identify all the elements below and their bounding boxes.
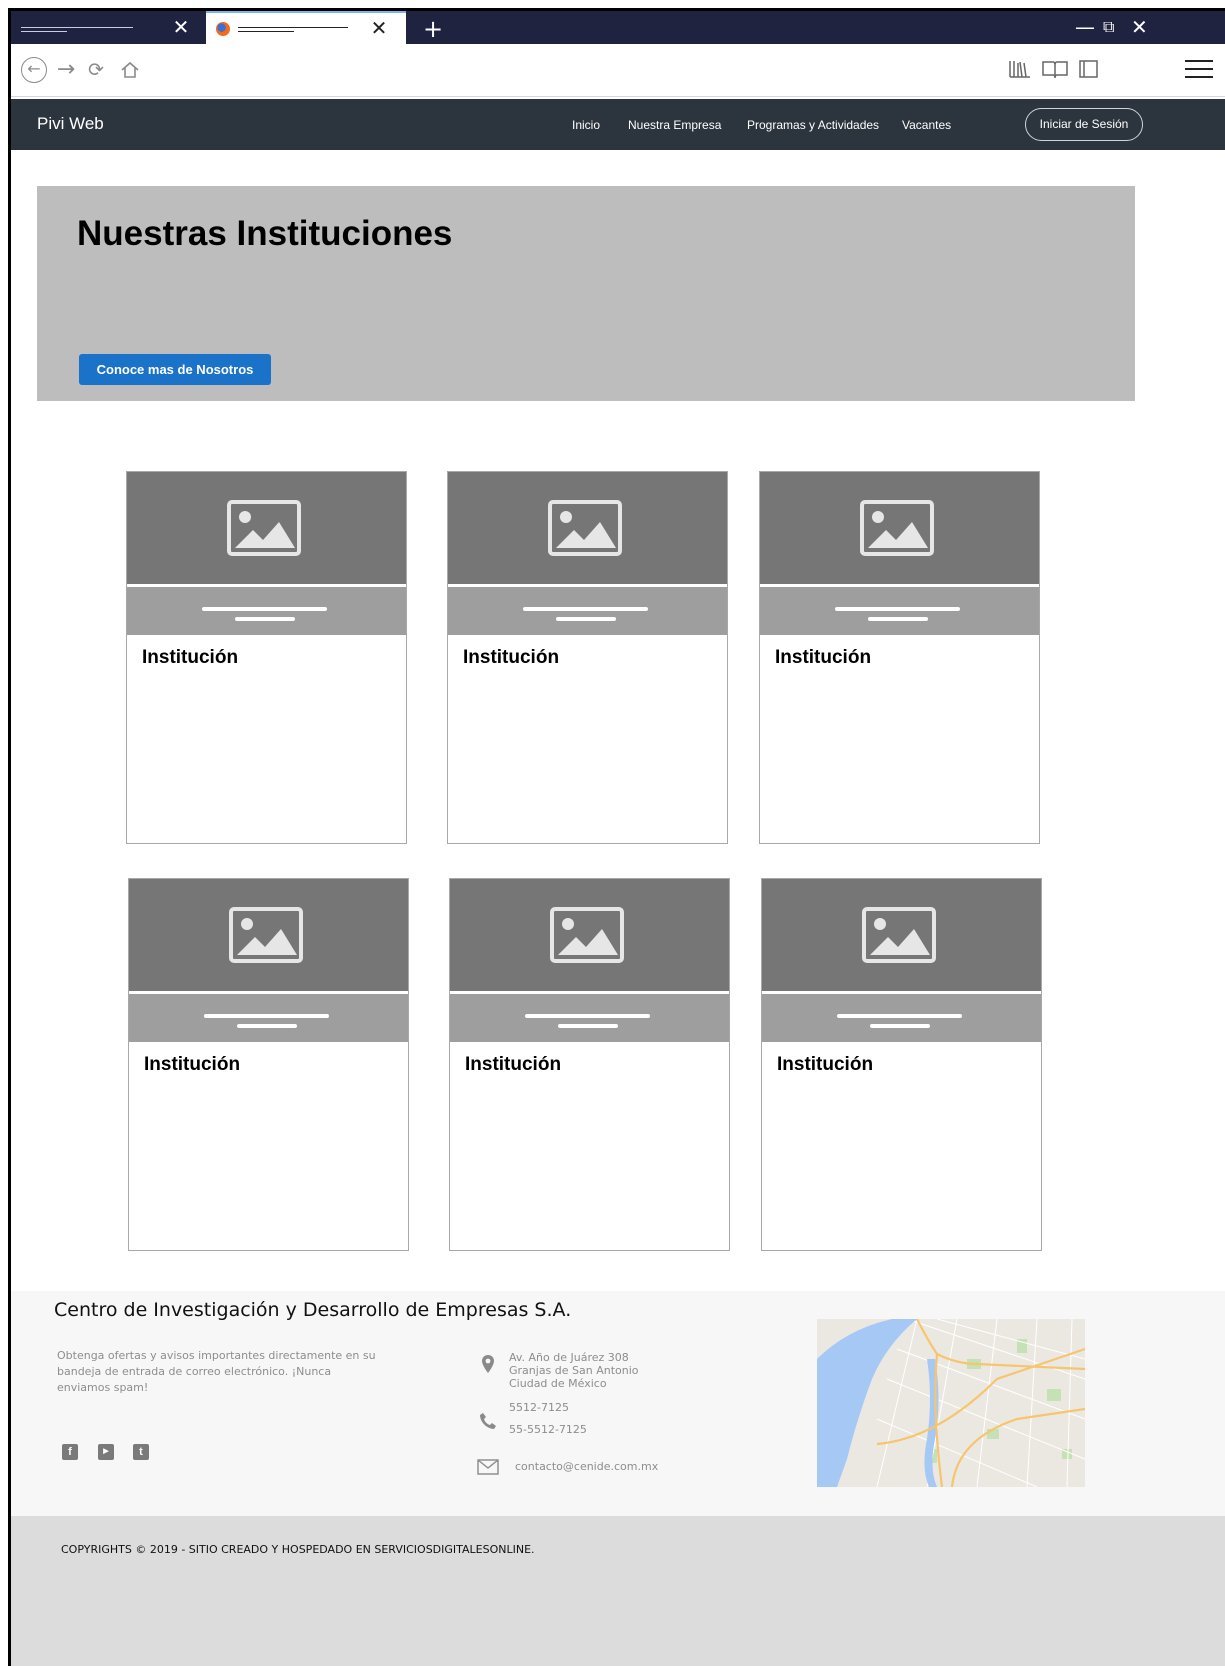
phone-number-1[interactable]: 5512-7125: [509, 1401, 569, 1414]
image-icon: [229, 907, 303, 963]
tab-bar: ✕ ✕ + — ⧉ ✕: [11, 11, 1225, 44]
image-placeholder: [760, 472, 1039, 584]
minimize-icon[interactable]: —: [1075, 15, 1095, 39]
card-caption-band: [127, 587, 406, 635]
address-line-1: Av. Año de Juárez 308: [509, 1351, 629, 1364]
institution-card[interactable]: Institución: [449, 878, 730, 1251]
library-icon[interactable]: [1008, 57, 1032, 83]
nav-link-inicio[interactable]: Inicio: [572, 118, 600, 132]
reload-icon[interactable]: ⟳: [83, 57, 109, 83]
card-caption-band: [129, 994, 408, 1042]
tab-title-placeholder: [238, 31, 294, 32]
image-icon: [860, 500, 934, 556]
hamburger-menu-icon[interactable]: [1185, 60, 1213, 84]
placeholder-text-scribble: [149, 673, 364, 793]
card-caption-band: [448, 587, 727, 635]
copyright-bar: COPYRIGHTS © 2019 - SITIO CREADO Y HOSPE…: [11, 1516, 1225, 1666]
login-button[interactable]: Iniciar de Sesión: [1025, 108, 1143, 141]
about-us-button[interactable]: Conoce mas de Nosotros: [79, 354, 271, 385]
location-map[interactable]: [817, 1319, 1085, 1487]
location-pin-icon: [482, 1355, 494, 1373]
address-line-3: Ciudad de México: [509, 1377, 607, 1390]
image-placeholder: [127, 472, 406, 584]
institution-card[interactable]: Institución: [447, 471, 728, 844]
tab-title-placeholder: [21, 31, 67, 32]
close-tab-icon[interactable]: ✕: [369, 18, 389, 38]
browser-toolbar: ← → ⟳: [11, 44, 1225, 97]
brand-logo[interactable]: Pivi Web: [37, 114, 104, 134]
placeholder-text-scribble: [784, 1080, 999, 1200]
close-tab-icon[interactable]: ✕: [171, 17, 191, 37]
phone-number-2[interactable]: 55-5512-7125: [509, 1423, 587, 1436]
card-caption-band: [450, 994, 729, 1042]
card-caption-band: [760, 587, 1039, 635]
image-icon: [548, 500, 622, 556]
copyright-text: COPYRIGHTS © 2019 - SITIO CREADO Y HOSPE…: [61, 1543, 535, 1556]
youtube-icon[interactable]: ▶: [98, 1444, 114, 1460]
contact-email[interactable]: contacto@cenide.com.mx: [515, 1460, 658, 1473]
tab-title-placeholder: [21, 27, 133, 28]
image-icon: [550, 907, 624, 963]
card-title: Institución: [144, 1054, 241, 1075]
nav-link-programas[interactable]: Programas y Actividades: [747, 118, 879, 132]
tab-title-placeholder: [238, 27, 348, 28]
browser-tab-1[interactable]: ✕: [11, 11, 206, 44]
card-title: Institución: [465, 1054, 562, 1075]
footer-description: Obtenga ofertas y avisos importantes dir…: [57, 1349, 376, 1394]
card-title: Institución: [775, 647, 872, 668]
image-placeholder: [448, 472, 727, 584]
placeholder-text-scribble: [151, 1080, 366, 1200]
placeholder-text-scribble: [782, 673, 997, 793]
card-title: Institución: [463, 647, 560, 668]
nav-link-nuestra-empresa[interactable]: Nuestra Empresa: [628, 118, 721, 132]
home-icon[interactable]: [117, 57, 143, 83]
card-title: Institución: [142, 647, 239, 668]
email-icon: [477, 1459, 499, 1475]
placeholder-text-scribble: [472, 1080, 687, 1200]
image-placeholder: [129, 879, 408, 991]
facebook-icon[interactable]: f: [62, 1444, 78, 1460]
placeholder-text-scribble: [69, 268, 999, 338]
browser-tab-2-active[interactable]: ✕: [206, 11, 406, 44]
card-title: Institución: [777, 1054, 874, 1075]
sidebar-icon[interactable]: [1078, 57, 1100, 83]
restore-icon[interactable]: ⧉: [1103, 17, 1114, 37]
firefox-icon: [216, 22, 230, 36]
image-icon: [227, 500, 301, 556]
new-tab-button[interactable]: +: [423, 15, 443, 43]
institution-card[interactable]: Institución: [761, 878, 1042, 1251]
nav-link-vacantes[interactable]: Vacantes: [902, 118, 951, 132]
site-navbar: Pivi Web Inicio Nuestra Empresa Programa…: [11, 99, 1225, 150]
image-icon: [862, 907, 936, 963]
address-line-2: Granjas de San Antonio: [509, 1364, 639, 1377]
browser-window: ✕ ✕ + — ⧉ ✕ ← → ⟳ Pivi Web Inicio Nuestr…: [8, 8, 1225, 1666]
card-caption-band: [762, 994, 1041, 1042]
image-placeholder: [450, 879, 729, 991]
institution-card[interactable]: Institución: [126, 471, 407, 844]
institution-card[interactable]: Institución: [128, 878, 409, 1251]
reader-view-icon[interactable]: [1041, 57, 1069, 83]
footer-company-name: Centro de Investigación y Desarrollo de …: [54, 1299, 572, 1321]
image-placeholder: [762, 879, 1041, 991]
hero-section: Nuestras Instituciones Conoce mas de Nos…: [37, 186, 1135, 401]
forward-arrow-icon[interactable]: →: [53, 57, 79, 83]
close-window-icon[interactable]: ✕: [1131, 15, 1148, 39]
hero-title: Nuestras Instituciones: [77, 214, 453, 253]
twitter-icon[interactable]: t: [133, 1444, 149, 1460]
institution-card[interactable]: Institución: [759, 471, 1040, 844]
placeholder-text-scribble: [470, 673, 685, 793]
phone-icon: [480, 1413, 496, 1429]
back-arrow-icon[interactable]: ←: [21, 57, 47, 83]
